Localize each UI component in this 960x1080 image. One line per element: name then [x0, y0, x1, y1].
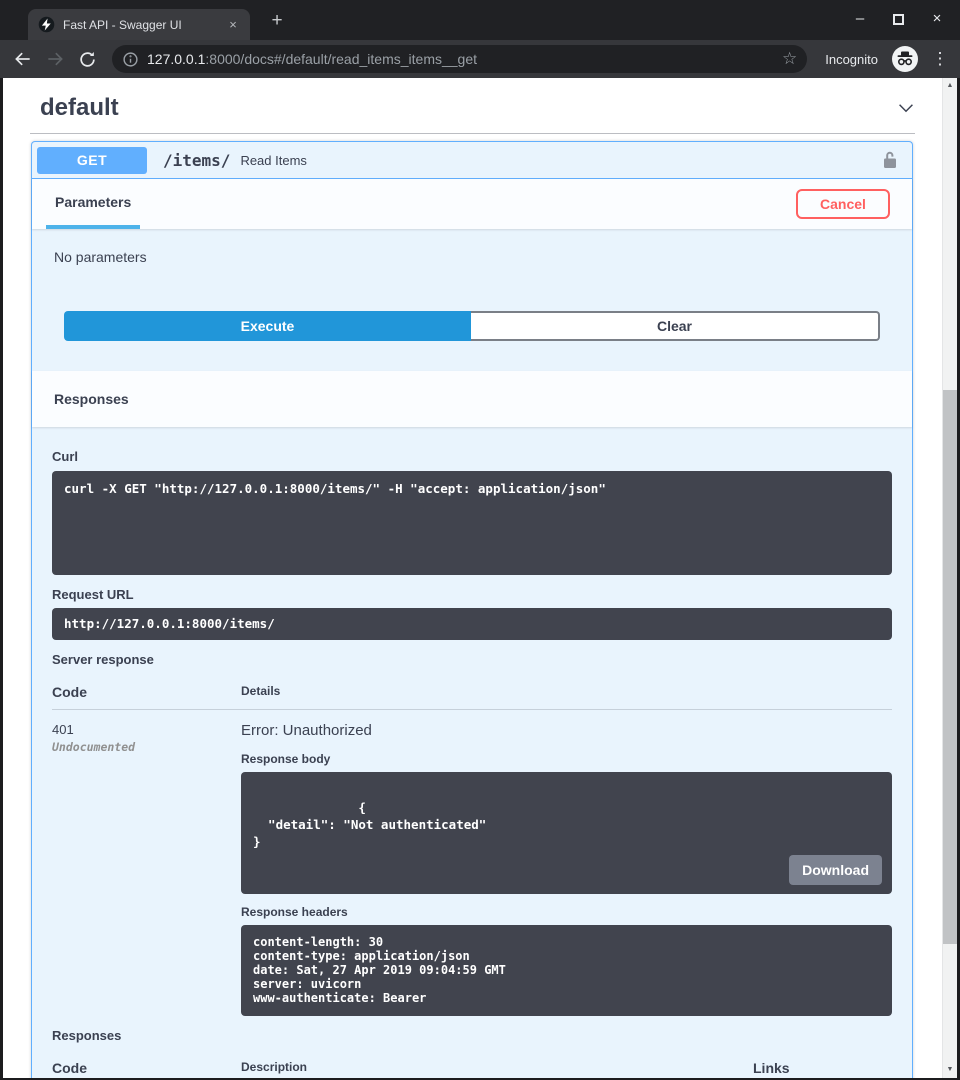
details-column-header: Details [241, 684, 280, 700]
status-code: 401 [52, 722, 241, 737]
browser-menu-icon[interactable]: ⋮ [930, 49, 950, 69]
responses-inner: Curl curl -X GET "http://127.0.0.1:8000/… [32, 427, 912, 1078]
back-button[interactable] [10, 46, 36, 72]
response-body-label: Response body [241, 752, 892, 766]
server-response-label: Server response [52, 652, 892, 667]
tag-title: default [40, 94, 119, 122]
maximize-button[interactable] [893, 14, 904, 25]
execute-wrapper: Execute Clear [32, 265, 912, 371]
curl-command: curl -X GET "http://127.0.0.1:8000/items… [52, 471, 892, 575]
code-column-header: Code [52, 1060, 241, 1076]
operation-description: Read Items [240, 153, 306, 168]
response-body-json: { "detail": "Not authenticated" } [253, 800, 486, 849]
url-text: 127.0.0.1:8000/docs#/default/read_items_… [147, 51, 774, 67]
clear-button[interactable]: Clear [471, 311, 880, 341]
unlocked-padlock-icon[interactable] [880, 149, 900, 171]
page-info-icon[interactable] [122, 51, 139, 68]
close-window-button[interactable]: × [928, 9, 946, 29]
response-details-cell: Error: Unauthorized Response body { "det… [241, 722, 892, 1016]
undocumented-note: Undocumented [52, 740, 241, 754]
forward-arrow-icon [45, 49, 65, 69]
tab-strip: Fast API - Swagger UI × + – × [0, 0, 960, 40]
status-code-cell: 401 Undocumented [52, 722, 241, 1016]
responses-section-title: Responses [54, 391, 129, 407]
documented-responses-table-header: Code Description Links [52, 1060, 892, 1078]
description-column-header: Description [241, 1060, 753, 1076]
response-headers-block: content-length: 30 content-type: applica… [241, 925, 892, 1016]
minimize-button[interactable]: – [851, 9, 869, 29]
incognito-label: Incognito [825, 52, 878, 67]
code-column-header: Code [52, 684, 241, 700]
url-host: 127.0.0.1 [147, 51, 205, 67]
tab-title: Fast API - Swagger UI [63, 18, 216, 32]
execute-button[interactable]: Execute [64, 311, 471, 341]
window-controls: – × [851, 9, 946, 29]
swagger-page: default GET /items/ Read Items Parameter… [0, 78, 960, 1080]
back-arrow-icon [13, 49, 33, 69]
cancel-button[interactable]: Cancel [796, 189, 890, 219]
new-tab-button[interactable]: + [264, 8, 290, 34]
chevron-down-icon[interactable] [895, 97, 917, 119]
browser-tab[interactable]: Fast API - Swagger UI × [28, 9, 250, 40]
response-headers-label: Response headers [241, 905, 892, 919]
opblock-get-items: GET /items/ Read Items Parameters Cancel… [31, 141, 913, 1078]
page-content: default GET /items/ Read Items Parameter… [3, 78, 942, 1078]
url-path: :8000/docs#/default/read_items_items__ge… [205, 51, 477, 67]
parameters-header: Parameters Cancel [32, 179, 912, 229]
section-divider [30, 133, 915, 134]
tab-close-icon[interactable]: × [224, 16, 242, 34]
request-url-label: Request URL [52, 587, 892, 602]
browser-toolbar: 127.0.0.1:8000/docs#/default/read_items_… [0, 40, 960, 78]
reload-icon [78, 50, 97, 69]
server-response-table-header: Code Details [52, 684, 892, 710]
server-response-row: 401 Undocumented Error: Unauthorized Res… [52, 710, 892, 1016]
no-parameters-text: No parameters [32, 229, 912, 265]
responses-section-header: Responses [32, 371, 912, 427]
operation-path: /items/ [163, 151, 230, 170]
page-scrollbar[interactable]: ▲ ▼ [942, 78, 957, 1078]
operation-summary[interactable]: GET /items/ Read Items [32, 142, 912, 179]
scroll-down-icon[interactable]: ▼ [943, 1065, 957, 1075]
documented-responses-label: Responses [52, 1028, 892, 1043]
response-body-block: { "detail": "Not authenticated" } Downlo… [241, 772, 892, 894]
address-bar[interactable]: 127.0.0.1:8000/docs#/default/read_items_… [112, 45, 807, 73]
error-title: Error: Unauthorized [241, 722, 892, 739]
incognito-icon [892, 46, 918, 72]
download-button[interactable]: Download [789, 855, 882, 885]
reload-button[interactable] [74, 46, 100, 72]
forward-button[interactable] [42, 46, 68, 72]
curl-label: Curl [52, 449, 892, 464]
fastapi-favicon-icon [38, 16, 55, 33]
tab-parameters[interactable]: Parameters [46, 179, 140, 229]
bookmark-star-icon[interactable]: ☆ [782, 49, 797, 69]
tag-section-header[interactable]: default [3, 78, 942, 122]
scrollbar-thumb[interactable] [943, 390, 957, 944]
method-badge: GET [37, 147, 147, 174]
request-url-value: http://127.0.0.1:8000/items/ [52, 608, 892, 640]
links-column-header: Links [753, 1060, 892, 1076]
scroll-up-icon[interactable]: ▲ [943, 81, 957, 91]
